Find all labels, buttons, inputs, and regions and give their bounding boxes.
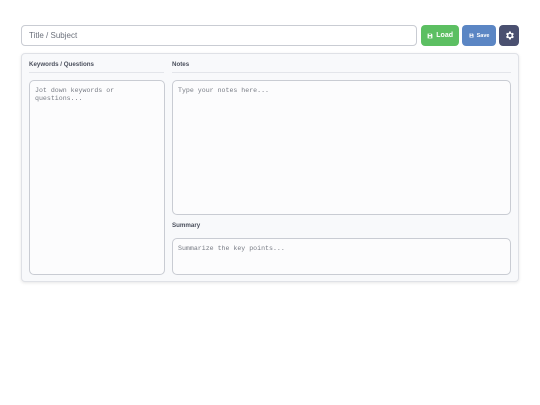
notes-heading: Notes xyxy=(172,61,190,68)
keywords-heading: Keywords / Questions xyxy=(29,61,94,68)
gear-icon xyxy=(504,30,515,41)
keywords-divider xyxy=(29,72,164,73)
top-bar: Load Save xyxy=(21,25,519,46)
floppy-icon xyxy=(427,33,433,39)
floppy-icon xyxy=(469,33,474,38)
load-button-label: Load xyxy=(436,32,454,39)
summary-textarea[interactable] xyxy=(172,238,511,275)
keywords-textarea[interactable] xyxy=(29,80,165,275)
notes-divider xyxy=(172,72,511,73)
save-button[interactable]: Save xyxy=(462,25,497,46)
title-subject-input[interactable] xyxy=(21,25,418,46)
load-button[interactable]: Load xyxy=(421,25,460,46)
notes-textarea[interactable] xyxy=(172,80,511,215)
save-button-label: Save xyxy=(476,32,490,39)
summary-heading: Summary xyxy=(172,222,201,229)
settings-button[interactable] xyxy=(499,25,519,46)
cornell-notes-card: Keywords / Questions Notes Summary xyxy=(21,53,519,282)
